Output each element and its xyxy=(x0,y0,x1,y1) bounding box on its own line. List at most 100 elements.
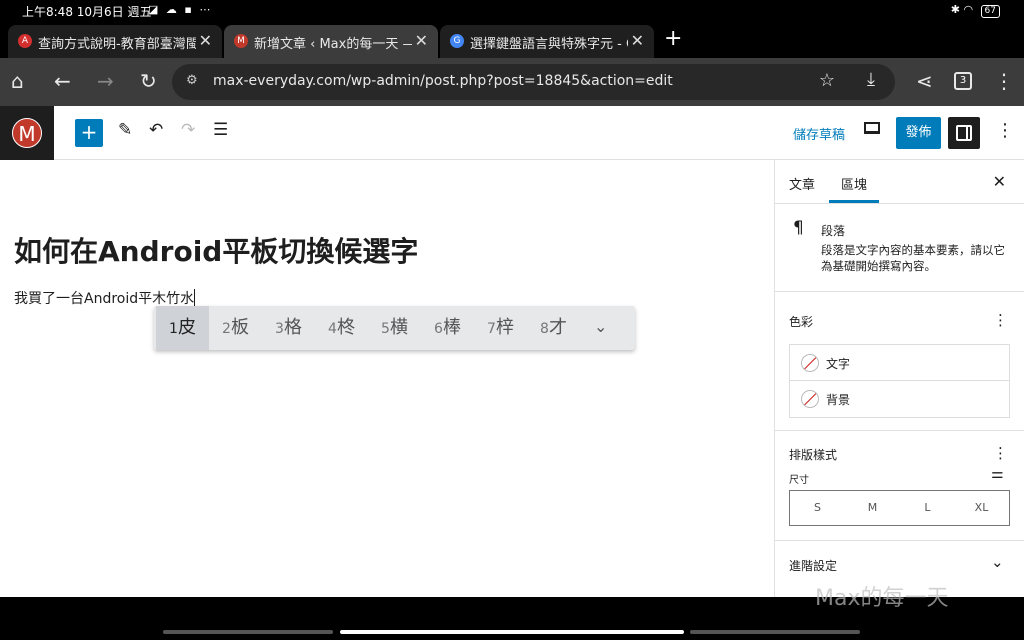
reload-icon[interactable]: ↻ xyxy=(140,69,157,93)
browser-tab[interactable]: A 查詢方式說明-教育部臺灣閩南語 ✕ xyxy=(8,25,222,58)
status-right: ✱ ◠ 67 xyxy=(951,3,1000,18)
tab-post[interactable]: 文章 xyxy=(789,174,815,193)
text-color-option[interactable]: 文字 xyxy=(790,345,1009,381)
status-bar: 上午8:48 10月6日 週五 ◪ ☁ ▪ ⋯ ✱ ◠ 67 xyxy=(0,0,1024,22)
taskbar-segment xyxy=(690,630,860,634)
sidebar-tabs: 文章 區塊 ✕ xyxy=(775,160,1024,204)
tab-title: 新增文章 ‹ Max的每一天 — WordPress xyxy=(254,37,412,52)
tab-favicon-icon: M xyxy=(234,34,248,48)
background-color-label: 背景 xyxy=(826,393,851,407)
browser-toolbar: ⌂ ← → ↻ ⚙ max-everyday.com/wp-admin/post… xyxy=(0,58,1024,106)
color-settings: 文字 背景 xyxy=(789,344,1010,418)
paragraph-icon: ¶ xyxy=(793,218,804,238)
ime-candidate[interactable]: 6棒 xyxy=(421,306,474,350)
size-option-l[interactable]: L xyxy=(900,501,955,514)
typography-panel-title: 排版樣式 xyxy=(789,448,838,462)
close-icon[interactable]: ✕ xyxy=(993,172,1006,191)
document-overview-icon[interactable]: ☰ xyxy=(213,120,228,140)
download-icon[interactable]: ⤓ xyxy=(867,69,875,90)
advanced-panel-title[interactable]: 進階設定 xyxy=(789,557,837,574)
divider xyxy=(775,430,1024,431)
site-logo[interactable]: M xyxy=(0,106,54,160)
settings-toggle-button[interactable] xyxy=(948,117,980,149)
new-tab-icon[interactable]: + xyxy=(664,26,682,51)
text-caret xyxy=(194,289,196,306)
text-color-label: 文字 xyxy=(826,357,851,371)
status-time: 上午8:48 10月6日 週五 xyxy=(22,5,152,19)
browser-menu-icon[interactable]: ⋮ xyxy=(994,69,1014,93)
chevron-down-icon[interactable]: ⌄ xyxy=(594,317,607,336)
watermark: Max的每一天 xyxy=(815,586,949,611)
size-label: 尺寸 xyxy=(789,475,809,486)
chevron-down-icon[interactable]: ⌄ xyxy=(991,553,1004,571)
close-tab-icon[interactable]: ✕ xyxy=(631,31,644,50)
add-block-button[interactable]: + xyxy=(75,119,103,147)
url-text[interactable]: max-everyday.com/wp-admin/post.php?post=… xyxy=(213,73,673,89)
no-color-swatch-icon xyxy=(801,390,819,408)
ime-candidate-bar: 1皮 2板 3格 4柊 5横 6棒 7梓 8才 ⌄ xyxy=(154,306,635,350)
ime-candidate[interactable]: 7梓 xyxy=(474,306,527,350)
forward-icon[interactable]: → xyxy=(97,69,114,93)
divider xyxy=(775,540,1024,541)
paragraph-text: 我買了一台Android平木竹水 xyxy=(14,291,195,307)
options-menu-icon[interactable]: ⋮ xyxy=(996,120,1014,141)
tools-pencil-icon[interactable]: ✎ xyxy=(118,120,132,140)
block-card: ¶ 段落 段落是文字內容的基本要素，請以它為基礎開始撰寫內容。 xyxy=(775,204,1024,292)
size-option-s[interactable]: S xyxy=(790,501,845,514)
settings-sidebar: 文章 區塊 ✕ ¶ 段落 段落是文字內容的基本要素，請以它為基礎開始撰寫內容。 … xyxy=(775,160,1024,597)
bookmark-star-icon[interactable]: ☆ xyxy=(819,70,835,91)
editor-canvas[interactable]: 如何在Android平板切換候選字 我買了一台Android平木竹水 1皮 2板… xyxy=(0,160,775,597)
ime-candidate[interactable]: 1皮 xyxy=(156,306,209,350)
block-name: 段落 xyxy=(821,224,846,238)
ime-candidate[interactable]: 4柊 xyxy=(315,306,368,350)
tab-favicon-icon: G xyxy=(450,34,464,48)
save-draft-button[interactable]: 儲存草稿 xyxy=(793,124,845,143)
ime-candidate[interactable]: 5横 xyxy=(368,306,421,350)
notification-icons: ◪ ☁ ▪ ⋯ xyxy=(148,3,213,16)
tab-block[interactable]: 區塊 xyxy=(841,174,867,193)
undo-icon[interactable]: ↶ xyxy=(149,120,163,140)
browser-tab-active[interactable]: M 新增文章 ‹ Max的每一天 — WordPress ✕ xyxy=(224,25,438,58)
browser-tab-strip: A 查詢方式說明-教育部臺灣閩南語 ✕ M 新增文章 ‹ Max的每一天 — W… xyxy=(0,22,1024,58)
active-tab-indicator xyxy=(829,200,879,203)
browser-tab[interactable]: G 選擇鍵盤語言與特殊字元 - Chrome ✕ xyxy=(440,25,654,58)
paragraph-block[interactable]: 我買了一台Android平木竹水 xyxy=(14,288,196,308)
wp-editor: M + ✎ ↶ ↷ ☰ 儲存草稿 發佈 ⋮ 如何在Android平板切換候選字 … xyxy=(0,106,1024,597)
custom-size-icon[interactable]: ⚌ xyxy=(991,466,1004,482)
close-tab-icon[interactable]: ✕ xyxy=(415,31,428,50)
wifi-icon: ◠ xyxy=(963,3,974,16)
home-icon[interactable]: ⌂ xyxy=(11,69,24,93)
gesture-handle[interactable] xyxy=(340,630,684,634)
ime-candidate[interactable]: 8才 xyxy=(527,306,580,350)
color-options-icon[interactable]: ⋮ xyxy=(993,311,1008,329)
close-tab-icon[interactable]: ✕ xyxy=(199,31,212,50)
ime-candidate[interactable]: 3格 xyxy=(262,306,315,350)
share-icon[interactable]: ⋖ xyxy=(916,69,933,93)
no-color-swatch-icon xyxy=(801,354,819,372)
color-panel-title: 色彩 xyxy=(789,315,814,329)
tab-favicon-icon: A xyxy=(18,34,32,48)
bluetooth-icon: ✱ xyxy=(950,3,960,16)
sidebar-icon xyxy=(956,125,972,141)
typography-options-icon[interactable]: ⋮ xyxy=(993,444,1008,462)
size-option-xl[interactable]: XL xyxy=(954,501,1009,514)
redo-icon[interactable]: ↷ xyxy=(181,120,195,140)
editor-header: M + ✎ ↶ ↷ ☰ 儲存草稿 發佈 ⋮ xyxy=(0,106,1024,160)
font-size-picker: S M L XL xyxy=(789,490,1010,526)
tab-title: 選擇鍵盤語言與特殊字元 - Chrome xyxy=(470,37,628,52)
tab-title: 查詢方式說明-教育部臺灣閩南語 xyxy=(38,37,196,52)
size-option-m[interactable]: M xyxy=(845,501,900,514)
battery-icon: 67 xyxy=(980,5,1000,18)
ime-candidate[interactable]: 2板 xyxy=(209,306,262,350)
address-bar[interactable]: ⚙ max-everyday.com/wp-admin/post.php?pos… xyxy=(172,64,895,100)
preview-icon[interactable] xyxy=(864,122,880,134)
back-icon[interactable]: ← xyxy=(54,69,71,93)
block-description: 段落是文字內容的基本要素，請以它為基礎開始撰寫內容。 xyxy=(821,243,1005,273)
site-logo-icon: M xyxy=(12,118,42,148)
background-color-option[interactable]: 背景 xyxy=(790,381,1009,417)
publish-button[interactable]: 發佈 xyxy=(896,117,941,149)
tab-switcher-button[interactable]: 3 xyxy=(954,72,972,90)
site-settings-icon[interactable]: ⚙ xyxy=(186,73,198,88)
taskbar-segment xyxy=(163,630,333,634)
post-title[interactable]: 如何在Android平板切換候選字 xyxy=(14,230,418,270)
